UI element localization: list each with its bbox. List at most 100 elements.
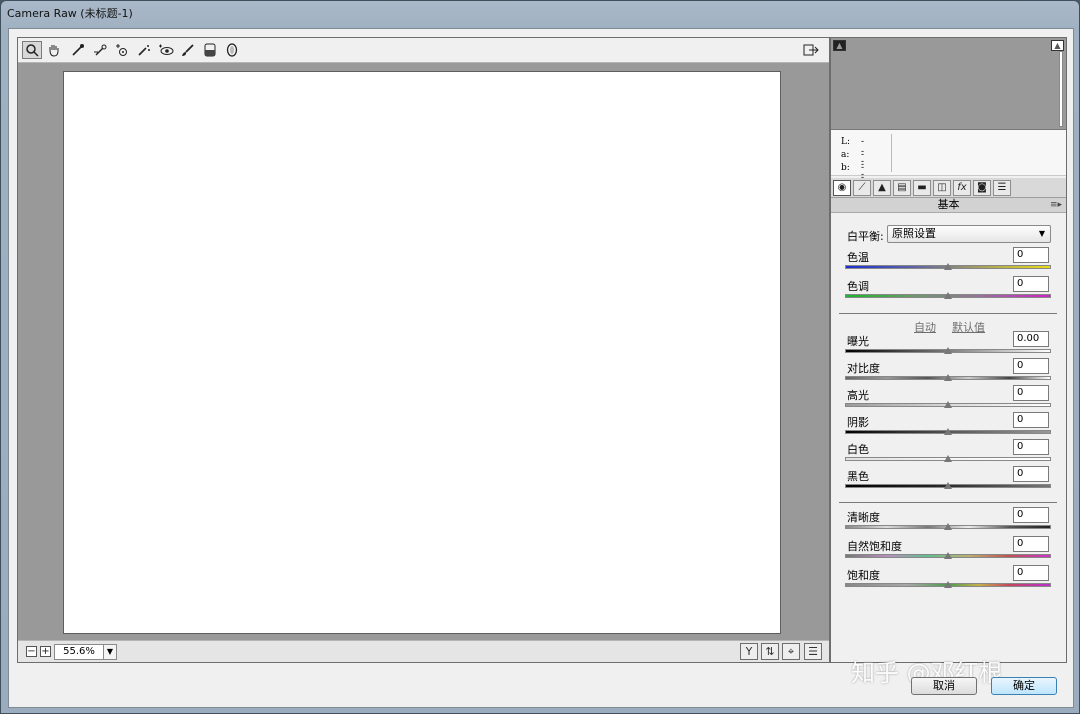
slider-track[interactable]	[845, 347, 1051, 355]
zoom-dropdown-icon[interactable]: ▼	[103, 644, 117, 660]
zoom-out-button[interactable]: −	[26, 646, 37, 657]
swap-before-after-icon[interactable]: ⇅	[761, 643, 779, 660]
ok-button[interactable]: 确定	[991, 677, 1057, 695]
slider-value-field[interactable]: 0	[1013, 565, 1049, 581]
tool-bar	[18, 38, 829, 63]
shadow-clipping-warning-icon[interactable]: ▲	[833, 40, 846, 51]
slider-value-field[interactable]: 0	[1013, 507, 1049, 523]
slider-value-field[interactable]: 0	[1013, 247, 1049, 263]
white-balance-select[interactable]: 原照设置 ▼	[887, 225, 1051, 243]
lab-row: b: ---	[841, 163, 864, 193]
preview-status-bar: − + 55.6% ▼ Y ⇅ ⌖ ☰	[18, 640, 829, 662]
red-eye-removal-tool-icon[interactable]	[156, 41, 176, 59]
lab-readout: L: --- a: --- b: ---	[831, 130, 1066, 193]
slider-label: 白色	[847, 443, 869, 456]
spot-removal-tool-icon[interactable]	[134, 41, 154, 59]
slider-label: 黑色	[847, 470, 869, 483]
slider-label: 清晰度	[847, 511, 880, 524]
slider-label: 自然饱和度	[847, 540, 902, 553]
slider-thumb[interactable]	[944, 263, 952, 271]
hand-tool-icon[interactable]	[44, 41, 64, 59]
slider-thumb[interactable]	[944, 523, 952, 531]
highlight-clipping-warning-icon[interactable]: ▲	[1051, 40, 1064, 51]
slider-thumb[interactable]	[944, 581, 952, 589]
slider-thumb[interactable]	[944, 374, 952, 382]
slider-label: 高光	[847, 389, 869, 402]
default-link[interactable]: 默认值	[952, 319, 985, 335]
targeted-adjustment-tool-icon[interactable]	[112, 41, 132, 59]
before-after-toggle-icon[interactable]: Y	[740, 643, 758, 660]
color-sampler-tool-icon[interactable]	[90, 41, 110, 59]
slider-value-field[interactable]: 0	[1013, 385, 1049, 401]
slider-track[interactable]	[845, 401, 1051, 409]
section-divider	[839, 502, 1057, 503]
slider-track[interactable]	[845, 428, 1051, 436]
tab-detail-icon[interactable]: ▲	[873, 180, 891, 196]
slider-label: 曝光	[847, 335, 869, 348]
preview-preferences-icon[interactable]: ☰	[804, 643, 822, 660]
slider-track[interactable]	[845, 292, 1051, 300]
slider-value-field[interactable]: 0	[1013, 412, 1049, 428]
slider-thumb[interactable]	[944, 347, 952, 355]
slider-value-field[interactable]: 0	[1013, 439, 1049, 455]
slider-track[interactable]	[845, 482, 1051, 490]
radial-filter-icon[interactable]	[222, 41, 242, 59]
histogram: ▲ ▲	[831, 38, 1066, 130]
panel-menu-icon[interactable]: ≡▸	[1050, 198, 1062, 212]
tab-hsl-icon[interactable]: ▤	[893, 180, 911, 196]
white-balance-label: 白平衡:	[847, 230, 884, 243]
tab-effects-icon[interactable]: fx	[953, 180, 971, 196]
cancel-button[interactable]: 取消	[911, 677, 977, 695]
slider-track[interactable]	[845, 263, 1051, 271]
slider-thumb[interactable]	[944, 482, 952, 490]
auto-link[interactable]: 自动	[914, 319, 936, 335]
zoom-tool-icon[interactable]	[22, 41, 42, 59]
slider-value-field[interactable]: 0	[1013, 536, 1049, 552]
white-balance-tool-icon[interactable]	[68, 41, 88, 59]
slider-thumb[interactable]	[944, 428, 952, 436]
section-divider	[839, 313, 1057, 314]
graduated-filter-icon[interactable]	[200, 41, 220, 59]
tab-tone-curve-icon[interactable]: ⟋	[853, 180, 871, 196]
slider-value-field[interactable]: 0.00	[1013, 331, 1049, 347]
zoom-in-button[interactable]: +	[40, 646, 51, 657]
slider-track[interactable]	[845, 374, 1051, 382]
adjustment-side-panel: ▲ ▲ L: --- a: --- b: ---	[830, 37, 1067, 663]
slider-track[interactable]	[845, 552, 1051, 560]
slider-track[interactable]	[845, 455, 1051, 463]
slider-value-field[interactable]: 0	[1013, 276, 1049, 292]
lab-separator	[891, 134, 892, 172]
image-preview-canvas[interactable]	[63, 71, 781, 634]
slider-label: 色温	[847, 251, 869, 264]
tab-camera-calibration-icon[interactable]: ◙	[973, 180, 991, 196]
slider-thumb[interactable]	[944, 292, 952, 300]
window-title: Camera Raw (未标题-1)	[7, 7, 133, 20]
lab-row: a: ---	[841, 150, 864, 180]
lab-key: a:	[841, 150, 850, 160]
slider-track[interactable]	[845, 581, 1051, 589]
panel-tab-strip: ◉ ⟋ ▲ ▤ ▬ ◫ fx ◙ ☰	[831, 178, 1066, 198]
slider-thumb[interactable]	[944, 455, 952, 463]
histogram-edge	[1059, 51, 1063, 127]
tab-lens-corrections-icon[interactable]: ◫	[933, 180, 951, 196]
adjustment-brush-icon[interactable]	[178, 41, 198, 59]
section-title: 基本	[937, 198, 960, 211]
lab-key: b:	[841, 163, 850, 173]
tab-split-toning-icon[interactable]: ▬	[913, 180, 931, 196]
slider-track[interactable]	[845, 523, 1051, 531]
slider-label: 对比度	[847, 362, 880, 375]
copy-settings-icon[interactable]: ⌖	[782, 643, 800, 660]
chevron-down-icon: ▼	[1038, 229, 1045, 238]
slider-thumb[interactable]	[944, 401, 952, 409]
slider-value-field[interactable]: 0	[1013, 358, 1049, 374]
zoom-level-field[interactable]: 55.6%	[54, 644, 104, 660]
window-client-area: − + 55.6% ▼ Y ⇅ ⌖ ☰ ▲ ▲ L: --- a: --- b:…	[8, 28, 1074, 708]
tab-basic-icon[interactable]: ◉	[833, 180, 851, 196]
white-balance-value: 原照设置	[892, 227, 936, 240]
lab-row: L: ---	[841, 137, 864, 167]
slider-thumb[interactable]	[944, 552, 952, 560]
tab-presets-icon[interactable]: ☰	[993, 180, 1011, 196]
open-preferences-icon[interactable]	[801, 41, 821, 59]
slider-label: 阴影	[847, 416, 869, 429]
slider-value-field[interactable]: 0	[1013, 466, 1049, 482]
